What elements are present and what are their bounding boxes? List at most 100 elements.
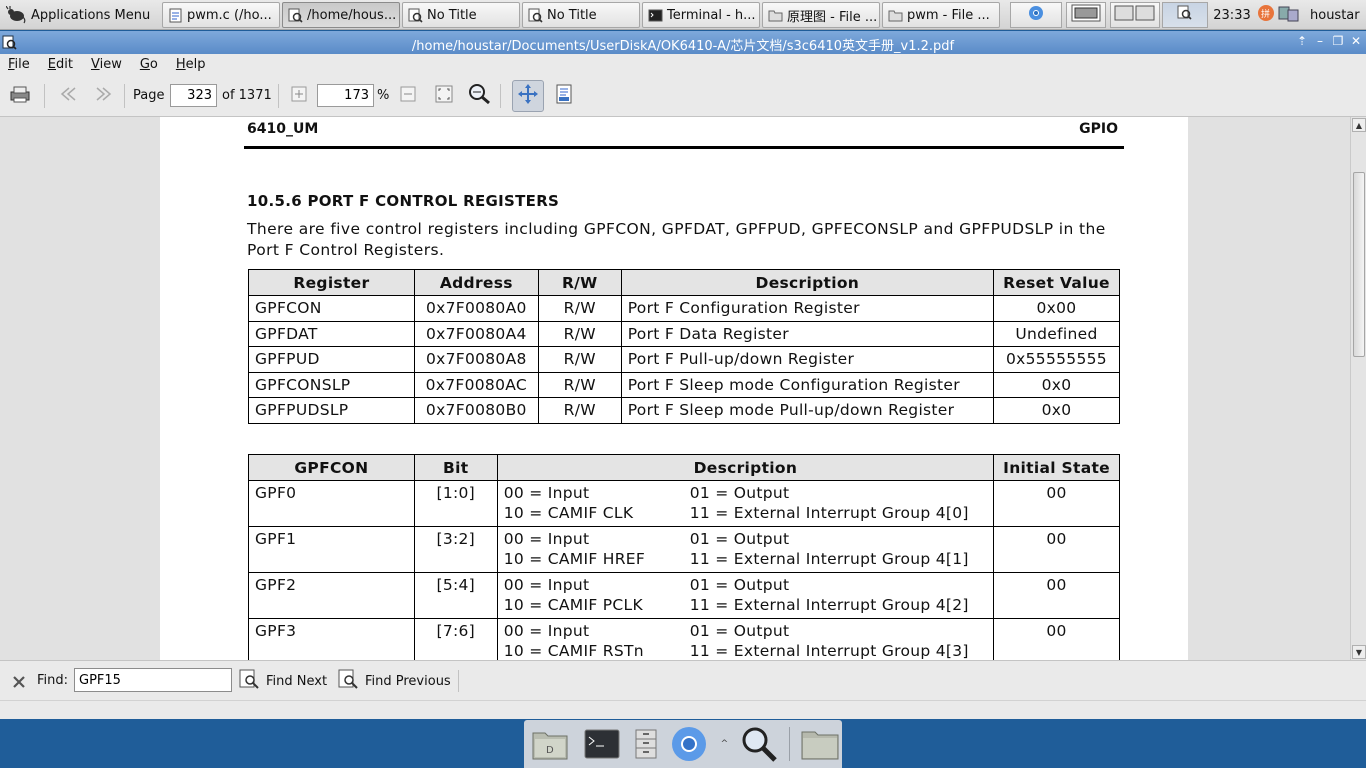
table-cell: GPFCONSLP	[248, 371, 415, 398]
table-cell: 0x7F0080AC	[413, 371, 539, 398]
register-table: Register Address R/W Description Reset V…	[248, 269, 1121, 424]
taskbar-item-document-viewer[interactable]: /home/hous...	[282, 2, 400, 28]
page-total: of 1371	[222, 88, 272, 103]
find-label: Find:	[37, 673, 69, 688]
scrollbar-thumb[interactable]	[1353, 172, 1365, 357]
user-menu[interactable]: houstar	[1304, 2, 1366, 28]
taskbar-item-no-title-2[interactable]: No Title	[522, 2, 640, 28]
table-cell: [5:4]	[413, 572, 498, 619]
zoom-out-icon	[400, 86, 416, 106]
table-header: Bit	[413, 454, 498, 481]
text-select-icon	[555, 84, 573, 108]
zoom-tool-button[interactable]	[465, 82, 493, 110]
page-header-left: 6410_UM	[247, 121, 319, 137]
close-find-icon[interactable]	[10, 673, 28, 691]
applications-menu-label: Applications Menu	[31, 7, 151, 23]
menu-view[interactable]: View	[91, 57, 122, 72]
fit-page-icon	[435, 85, 453, 107]
workspace-switcher-3[interactable]	[1162, 2, 1208, 28]
chromium-icon[interactable]	[668, 722, 712, 766]
maximize-icon[interactable]: ❐	[1332, 34, 1344, 48]
table-cell: 0x00	[992, 295, 1121, 322]
text-select-button[interactable]	[550, 82, 578, 110]
zoom-in-icon	[291, 86, 307, 106]
close-icon[interactable]: ✕	[1350, 34, 1362, 48]
taskbar-item-label: No Title	[547, 7, 597, 23]
network-icon[interactable]	[1278, 4, 1300, 26]
search-icon[interactable]	[737, 722, 781, 766]
find-previous-label: Find Previous	[365, 673, 451, 689]
gedit-icon	[168, 8, 183, 23]
table-cell: GPFDAT	[248, 320, 415, 347]
table-cell: Port F Sleep mode Configuration Register	[620, 371, 994, 398]
status-bar	[0, 700, 1366, 719]
svg-text:D: D	[546, 745, 554, 756]
table-cell: R/W	[537, 320, 622, 347]
table-cell: R/W	[537, 346, 622, 373]
table-row: GPFDAT 0x7F0080A4 R/W Port F Data Regist…	[248, 320, 1121, 347]
panel-clock[interactable]: 23:33	[1212, 2, 1252, 28]
previous-page-button[interactable]	[54, 82, 82, 110]
find-next-button[interactable]: Find Next	[238, 667, 327, 695]
taskbar-item-label: pwm - File ...	[907, 7, 990, 23]
option-text: 00 = Input	[503, 484, 590, 502]
arrow-right-icon	[93, 86, 115, 106]
table-row: GPF2 [5:4] 00 = Input 01 = Output 10 = C…	[248, 572, 1120, 619]
option-text: 11 = External Interrupt Group 4[1]	[689, 550, 969, 568]
folder-icon[interactable]	[798, 722, 842, 766]
page-number-input[interactable]	[170, 84, 217, 107]
table-row: GPFPUD 0x7F0080A8 R/W Port F Pull-up/dow…	[248, 346, 1121, 373]
menu-go[interactable]: Go	[140, 57, 158, 72]
arrow-up-icon[interactable]: ⇡	[1296, 34, 1308, 48]
move-tool-button[interactable]	[512, 80, 544, 112]
applications-menu-button[interactable]: Applications Menu	[2, 2, 154, 28]
vertical-scrollbar[interactable]: ▲ ▼	[1350, 117, 1366, 660]
terminal-icon[interactable]	[580, 722, 624, 766]
fit-page-button[interactable]	[430, 82, 458, 110]
menu-edit[interactable]: Edit	[48, 57, 73, 72]
taskbar-item-file-manager-2[interactable]: pwm - File ...	[882, 2, 1000, 28]
chevron-up-icon[interactable]: ^	[719, 739, 729, 749]
open-button[interactable]	[6, 82, 34, 110]
zoom-in-button[interactable]	[285, 82, 313, 110]
taskbar-item-no-title-1[interactable]: No Title	[402, 2, 520, 28]
scroll-up-icon[interactable]: ▲	[1352, 118, 1366, 132]
toolbar: Page of 1371 %	[0, 75, 1366, 117]
file-manager-icon[interactable]: D	[528, 722, 572, 766]
table-row: GPFCON 0x7F0080A0 R/W Port F Configurati…	[248, 295, 1121, 322]
arrow-left-icon	[57, 86, 79, 106]
menu-help[interactable]: Help	[176, 57, 206, 72]
table-header: Description	[496, 454, 995, 481]
table-cell: R/W	[537, 371, 622, 398]
zoom-input[interactable]	[317, 84, 374, 107]
top-panel: Applications Menu pwm.c (/ho... /home/ho…	[0, 0, 1366, 30]
table-cell: Port F Pull-up/down Register	[620, 346, 994, 373]
launcher-chromium[interactable]	[1010, 2, 1062, 28]
workspace-icon	[1071, 4, 1101, 26]
window-titlebar[interactable]: /home/houstar/Documents/UserDiskA/OK6410…	[0, 31, 1366, 54]
table-cell: Port F Configuration Register	[620, 295, 994, 322]
scroll-down-icon[interactable]: ▼	[1352, 645, 1366, 659]
table-cell: Port F Data Register	[620, 320, 994, 347]
gpfcon-bit-table: GPFCON Bit Description Initial State GPF…	[248, 454, 1120, 660]
page-label: Page	[133, 88, 165, 103]
next-page-button[interactable]	[90, 82, 118, 110]
find-previous-button[interactable]: Find Previous	[337, 667, 451, 695]
pdf-page: 6410_UM GPIO 10.5.6 PORT F CONTROL REGIS…	[160, 117, 1188, 660]
zoom-out-button[interactable]	[394, 82, 422, 110]
input-method-icon[interactable]: 拼	[1257, 4, 1275, 26]
table-cell: [1:0]	[413, 480, 498, 527]
workspace-switcher-1[interactable]	[1066, 2, 1106, 28]
drawer-icon[interactable]	[632, 722, 660, 766]
document-view[interactable]: 6410_UM GPIO 10.5.6 PORT F CONTROL REGIS…	[0, 117, 1350, 660]
taskbar-item-file-manager-1[interactable]: 原理图 - File ...	[762, 2, 880, 28]
menu-file[interactable]: File	[8, 57, 30, 72]
intro-paragraph: There are five control registers includi…	[247, 220, 1106, 259]
table-header: Reset Value	[992, 269, 1121, 296]
find-input[interactable]	[74, 668, 232, 692]
taskbar-item-gedit[interactable]: pwm.c (/ho...	[162, 2, 280, 28]
option-text: 10 = CAMIF PCLK	[503, 596, 643, 614]
minimize-icon[interactable]: –	[1314, 34, 1326, 48]
workspace-switcher-2[interactable]	[1110, 2, 1160, 28]
taskbar-item-terminal[interactable]: Terminal - h...	[642, 2, 760, 28]
